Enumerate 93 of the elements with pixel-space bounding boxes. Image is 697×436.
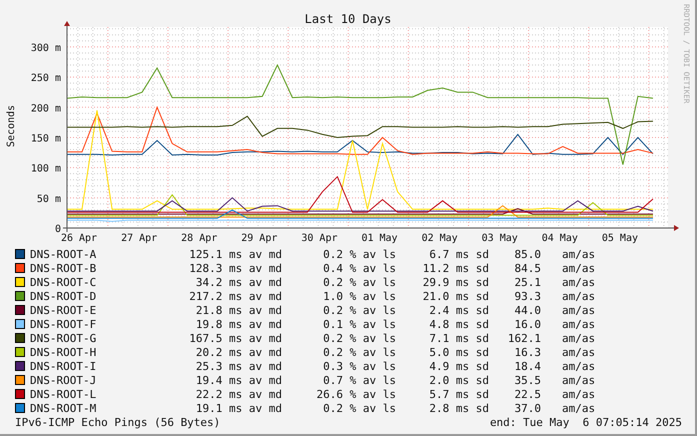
y-tick-label: 100 m bbox=[30, 164, 61, 175]
y-axis-label: Seconds bbox=[6, 104, 17, 148]
sd-value: 5.7 ms sd bbox=[428, 388, 489, 400]
ratio-value: 16.0 bbox=[514, 318, 541, 330]
sd-value: 6.7 ms sd bbox=[428, 248, 489, 260]
sd-value: 7.1 ms sd bbox=[428, 332, 489, 344]
ratio-value: 35.5 bbox=[514, 374, 541, 386]
ratio-unit: am/as bbox=[562, 374, 596, 386]
ratio-value: 84.5 bbox=[514, 262, 541, 274]
legend-label: DNS-ROOT-B bbox=[30, 262, 98, 274]
median-value: 128.3 ms av md bbox=[188, 262, 282, 274]
legend-label: DNS-ROOT-G bbox=[30, 332, 98, 344]
median-value: 25.3 ms av md bbox=[194, 360, 282, 372]
legend-label: DNS-ROOT-F bbox=[30, 318, 98, 330]
loss-value: 0.4 % av ls bbox=[322, 262, 396, 274]
loss-value: 0.3 % av ls bbox=[322, 360, 396, 372]
legend-label: DNS-ROOT-C bbox=[30, 276, 98, 288]
median-value: 34.2 ms av md bbox=[194, 276, 282, 288]
legend-label: DNS-ROOT-E bbox=[30, 304, 98, 316]
ratio-unit: am/as bbox=[562, 276, 596, 288]
ratio-unit: am/as bbox=[562, 360, 596, 372]
sd-value: 2.8 ms sd bbox=[428, 402, 489, 414]
median-value: 125.1 ms av md bbox=[188, 248, 282, 260]
y-tick-label: 250 m bbox=[30, 73, 61, 84]
y-tick-label: 50 m bbox=[36, 194, 61, 205]
sd-value: 2.0 ms sd bbox=[428, 374, 489, 386]
x-tick-label: 03 May bbox=[482, 233, 518, 244]
median-value: 22.2 ms av md bbox=[194, 388, 282, 400]
x-tick-label: 02 May bbox=[422, 233, 458, 244]
x-tick-label: 28 Apr bbox=[181, 233, 218, 244]
x-tick-label: 30 Apr bbox=[301, 233, 338, 244]
legend-label: DNS-ROOT-D bbox=[30, 290, 98, 302]
median-value: 21.8 ms av md bbox=[194, 304, 282, 316]
chart-title: Last 10 Days bbox=[304, 12, 392, 26]
legend-label: DNS-ROOT-L bbox=[30, 388, 98, 400]
x-tick-label: 27 Apr bbox=[121, 233, 158, 244]
x-tick-label: 01 May bbox=[361, 233, 398, 244]
ratio-unit: am/as bbox=[562, 318, 596, 330]
loss-value: 26.6 % av ls bbox=[316, 388, 396, 400]
ratio-unit: am/as bbox=[562, 332, 596, 344]
loss-value: 0.2 % av ls bbox=[322, 332, 396, 344]
probe-label: IPv6-ICMP Echo Pings (56 Bytes) bbox=[15, 416, 220, 428]
sd-value: 5.0 ms sd bbox=[428, 346, 489, 358]
loss-value: 0.2 % av ls bbox=[322, 346, 396, 358]
ratio-value: 25.1 bbox=[514, 276, 541, 288]
sd-value: 4.8 ms sd bbox=[428, 318, 489, 330]
ratio-value: 18.4 bbox=[514, 360, 541, 372]
sd-value: 11.2 ms sd bbox=[422, 262, 489, 274]
ratio-value: 37.0 bbox=[514, 402, 541, 414]
loss-value: 0.1 % av ls bbox=[322, 318, 396, 330]
ratio-unit: am/as bbox=[562, 402, 596, 414]
y-tick-label: 200 m bbox=[30, 103, 61, 114]
median-value: 217.2 ms av md bbox=[188, 290, 282, 302]
ratio-value: 44.0 bbox=[514, 304, 541, 316]
legend-label: DNS-ROOT-H bbox=[30, 346, 98, 358]
loss-value: 0.2 % av ls bbox=[322, 304, 396, 316]
sd-value: 21.0 ms sd bbox=[422, 290, 489, 302]
ratio-value: 22.5 bbox=[514, 388, 541, 400]
ratio-value: 85.0 bbox=[514, 248, 541, 260]
ratio-unit: am/as bbox=[562, 262, 596, 274]
legend-label: DNS-ROOT-A bbox=[30, 248, 98, 260]
median-value: 19.1 ms av md bbox=[194, 402, 282, 414]
legend-label: DNS-ROOT-M bbox=[30, 402, 98, 414]
x-tick-label: 04 May bbox=[542, 233, 578, 244]
sd-value: 29.9 ms sd bbox=[422, 276, 489, 288]
ratio-unit: am/as bbox=[562, 388, 596, 400]
legend-label: DNS-ROOT-I bbox=[30, 360, 98, 372]
loss-value: 0.2 % av ls bbox=[322, 248, 396, 260]
x-tick-label: 26 Apr bbox=[60, 233, 98, 244]
y-tick-label: 300 m bbox=[30, 42, 61, 54]
median-value: 19.4 ms av md bbox=[194, 374, 282, 386]
end-time: end: Tue May 6 07:05:14 2025 bbox=[490, 416, 682, 428]
ratio-value: 16.3 bbox=[514, 346, 541, 358]
x-tick-label: 29 Apr bbox=[241, 233, 278, 244]
ratio-unit: am/as bbox=[562, 290, 596, 302]
y-tick-label: 0 bbox=[54, 224, 61, 235]
loss-value: 0.2 % av ls bbox=[322, 276, 396, 288]
loss-value: 0.7 % av ls bbox=[322, 374, 396, 386]
ratio-unit: am/as bbox=[562, 248, 596, 260]
ratio-unit: am/as bbox=[562, 346, 596, 358]
sd-value: 4.9 ms sd bbox=[428, 360, 489, 372]
loss-value: 0.2 % av ls bbox=[322, 402, 396, 414]
ratio-unit: am/as bbox=[562, 304, 596, 316]
ratio-value: 93.3 bbox=[514, 290, 541, 302]
legend-label: DNS-ROOT-J bbox=[30, 374, 98, 386]
y-tick-label: 150 m bbox=[30, 133, 61, 144]
loss-value: 1.0 % av ls bbox=[322, 290, 396, 302]
ratio-value: 162.1 bbox=[506, 332, 541, 344]
x-tick-label: 05 May bbox=[602, 233, 638, 244]
median-value: 167.5 ms av md bbox=[188, 332, 282, 344]
sd-value: 2.4 ms sd bbox=[428, 304, 489, 316]
median-value: 19.8 ms av md bbox=[194, 318, 282, 330]
median-value: 20.2 ms av md bbox=[194, 346, 282, 358]
